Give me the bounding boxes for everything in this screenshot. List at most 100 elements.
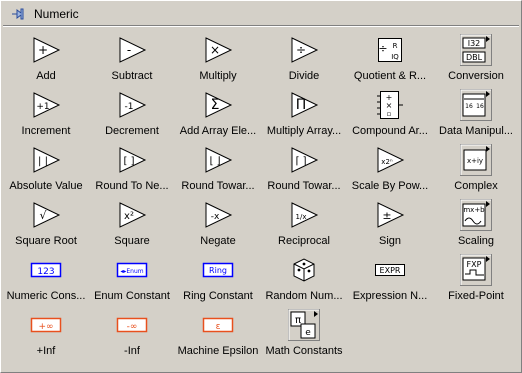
positive-infinity-icon: +∞ [30, 309, 62, 341]
palette-item[interactable]: ◂▸Enum Enum Constant [87, 256, 177, 310]
ring-constant-icon: Ring [202, 254, 234, 286]
palette-item[interactable]: 123 Numeric Cons... [1, 256, 91, 310]
palette-item-grid: + Add - Subtract × Multiply ÷ Divide ÷ R IQ Quotien… [0, 0, 522, 373]
palette-item[interactable]: I32 DBL Conversion [431, 34, 521, 90]
svg-text:-∞: -∞ [127, 322, 138, 332]
palette-item[interactable]: -x Negate [173, 201, 263, 255]
palette-item[interactable]: -1 Decrement [87, 91, 177, 145]
palette-item[interactable]: [ ] Round To Ne... [87, 146, 177, 200]
palette-item[interactable]: x² Square [87, 201, 177, 255]
svg-text:+∞: +∞ [38, 322, 53, 332]
complex-subpalette-icon: x+iy [460, 144, 492, 176]
svg-text:e: e [305, 328, 311, 338]
palette-item-label: Scaling [457, 235, 495, 247]
add-icon: + [30, 34, 62, 66]
palette-item[interactable]: + Add [1, 36, 91, 90]
palette-item-label: Fixed-Point [448, 290, 504, 302]
palette-item[interactable]: mx+b Scaling [431, 199, 521, 255]
palette-item[interactable]: x+iy Complex [431, 144, 521, 200]
svg-text:I32: I32 [468, 39, 481, 48]
svg-text:16: 16 [476, 103, 484, 110]
math-constants-subpalette-icon: πe [288, 309, 320, 341]
svg-text:⌊ ⌋: ⌊ ⌋ [210, 156, 221, 167]
svg-text:[ ]: [ ] [124, 156, 135, 167]
palette-item[interactable]: Random Num... [259, 256, 349, 310]
svg-text:+: + [38, 43, 48, 57]
svg-text:Π: Π [296, 97, 307, 113]
negate-icon: -x [202, 199, 234, 231]
palette-item[interactable]: 16 16 Data Manipul... [431, 89, 521, 145]
fixed-point-subpalette-icon: FXP [460, 254, 492, 286]
palette-item[interactable]: × Multiply [173, 36, 263, 90]
palette-item[interactable]: +1 Increment [1, 91, 91, 145]
palette-item[interactable]: π e Math Constants [259, 309, 349, 365]
svg-text:±: ± [382, 209, 391, 222]
palette-item[interactable]: + × ▫ Compound Ar... [345, 91, 435, 145]
increment-icon: +1 [30, 89, 62, 121]
multiply-array-elements-icon: Π [288, 89, 320, 121]
svg-text:π: π [295, 315, 301, 326]
scaling-subpalette-icon: mx+b [460, 199, 492, 231]
numeric-constant-icon: 123 [30, 254, 62, 286]
svg-text:⌈ ⌉: ⌈ ⌉ [296, 156, 307, 167]
square-root-icon: √ [30, 199, 62, 231]
svg-text:ε: ε [216, 322, 221, 332]
negative-infinity-icon: -∞ [116, 309, 148, 341]
decrement-icon: -1 [116, 89, 148, 121]
svg-text:×: × [210, 43, 220, 57]
add-array-elements-icon: Σ [202, 89, 234, 121]
absolute-value-icon: | | [30, 144, 62, 176]
palette-item[interactable]: ε Machine Epsilon [173, 311, 263, 365]
svg-text:1/x: 1/x [296, 213, 307, 221]
svg-text:÷: ÷ [378, 42, 387, 55]
palette-item[interactable]: -∞ -Inf [87, 311, 177, 365]
palette-item[interactable]: √ Square Root [1, 201, 91, 255]
reciprocal-icon: 1/x [288, 199, 320, 231]
svg-text:√: √ [39, 209, 47, 222]
palette-item-label: Conversion [448, 70, 504, 82]
svg-text:-1: -1 [125, 102, 134, 112]
round-toward-neg-inf-icon: ⌊ ⌋ [202, 144, 234, 176]
palette-item[interactable]: x2ⁿ Scale By Pow... [345, 146, 435, 200]
palette-item-label: Data Manipul... [439, 125, 513, 137]
svg-text:R: R [393, 42, 398, 50]
palette-item[interactable]: - Subtract [87, 36, 177, 90]
expression-node-icon: EXPR [374, 254, 406, 286]
palette-item[interactable]: Σ Add Array Ele... [173, 91, 263, 145]
palette-item[interactable]: FXP Fixed-Point [431, 254, 521, 310]
palette-item[interactable]: ÷ Divide [259, 36, 349, 90]
subtract-icon: - [116, 34, 148, 66]
round-toward-pos-inf-icon: ⌈ ⌉ [288, 144, 320, 176]
palette-item-label: Complex [454, 180, 498, 192]
palette-item[interactable]: +∞ +Inf [1, 311, 91, 365]
palette-item[interactable]: 1/x Reciprocal [259, 201, 349, 255]
svg-text:x2ⁿ: x2ⁿ [381, 158, 393, 166]
random-number-icon [288, 254, 320, 286]
svg-text:IQ: IQ [391, 53, 399, 61]
svg-text:x+iy: x+iy [467, 157, 483, 165]
palette-item[interactable]: Ring Ring Constant [173, 256, 263, 310]
svg-text:mx+b: mx+b [463, 206, 485, 214]
scale-by-power-of-2-icon: x2ⁿ [374, 144, 406, 176]
svg-text:-x: -x [211, 212, 220, 222]
palette-item[interactable]: ⌊ ⌋ Round Towar... [173, 146, 263, 200]
square-icon: x² [116, 199, 148, 231]
svg-text:EXPR: EXPR [380, 266, 401, 275]
multiply-icon: × [202, 34, 234, 66]
svg-text:x²: x² [124, 211, 134, 222]
svg-text:×: × [386, 101, 393, 110]
svg-text:◂▸Enum: ◂▸Enum [120, 268, 143, 275]
sign-icon: ± [374, 199, 406, 231]
conversion-subpalette-icon: I32 DBL [460, 34, 492, 66]
divide-icon: ÷ [288, 34, 320, 66]
palette-item[interactable]: EXPR Expression N... [345, 256, 435, 310]
enum-constant-icon: ◂▸Enum [116, 254, 148, 286]
palette-item[interactable]: ⌈ ⌉ Round Towar... [259, 146, 349, 200]
palette-item[interactable]: Π Multiply Array... [259, 91, 349, 145]
palette-item[interactable]: ÷ R IQ Quotient & R... [345, 36, 435, 90]
svg-text:▫: ▫ [387, 110, 392, 118]
svg-text:FXP: FXP [467, 260, 482, 269]
palette-item[interactable]: | | Absolute Value [1, 146, 91, 200]
palette-item[interactable]: ± Sign [345, 201, 435, 255]
svg-text:123: 123 [37, 267, 54, 277]
